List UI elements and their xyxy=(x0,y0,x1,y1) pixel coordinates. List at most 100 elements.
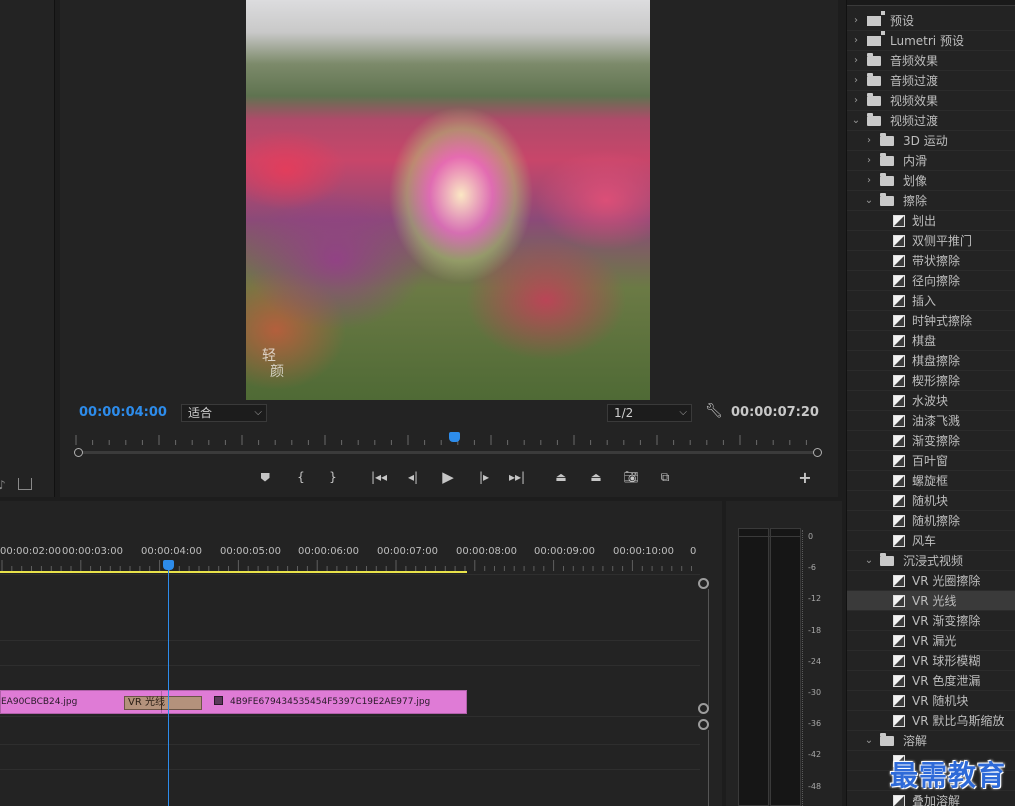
effects-transition-item[interactable]: 双侧平推门 xyxy=(847,231,1015,251)
step-forward-button[interactable]: |▸ xyxy=(472,466,496,488)
export-frame-button[interactable]: 📷︎ xyxy=(619,466,643,488)
add-marker-button[interactable] xyxy=(253,466,277,488)
vscroll-top-handle[interactable] xyxy=(698,578,709,589)
mark-in-button[interactable]: { xyxy=(289,466,313,488)
effects-folder-item[interactable]: › 划像 xyxy=(847,171,1015,191)
effects-transition-item[interactable]: VR 光圈擦除 xyxy=(847,571,1015,591)
effects-folder-item[interactable]: ⌄ 视频过渡 xyxy=(847,111,1015,131)
timeline-ruler-label: 00:00:03:00 xyxy=(62,546,124,557)
effects-transition-item[interactable]: 渐变擦除 xyxy=(847,431,1015,451)
chevron-down-icon[interactable]: ⌄ xyxy=(864,191,874,211)
timeline-time-ruler[interactable] xyxy=(0,558,700,572)
transition-block-vr-light-rays[interactable]: VR 光线 xyxy=(124,696,202,710)
effects-search-bar[interactable] xyxy=(847,0,1015,6)
wrench-icon[interactable]: 🔧︎ xyxy=(705,403,723,419)
timeline-vscroll-track[interactable] xyxy=(708,589,709,709)
chevron-down-icon[interactable]: ⌄ xyxy=(851,111,861,131)
go-to-out-button[interactable]: ▸▸| xyxy=(505,466,529,488)
effects-transition-item[interactable]: VR 色度泄漏 xyxy=(847,671,1015,691)
effects-folder-item[interactable]: ⌄ 溶解 xyxy=(847,731,1015,751)
zoom-scrollbar-left-handle[interactable] xyxy=(74,448,83,457)
transition-icon xyxy=(893,355,905,367)
comparison-view-button[interactable]: ⧉ xyxy=(653,466,677,488)
monitor-playhead[interactable] xyxy=(449,432,460,442)
effects-transition-item[interactable]: 水波块 xyxy=(847,391,1015,411)
effects-transition-item[interactable]: VR 漏光 xyxy=(847,631,1015,651)
effects-transition-item[interactable]: 棋盘擦除 xyxy=(847,351,1015,371)
lift-button[interactable]: ⏏ xyxy=(549,466,573,488)
effects-transition-item[interactable]: 划出 xyxy=(847,211,1015,231)
db-scale-label: -48 xyxy=(808,781,822,791)
effects-transition-item[interactable]: 随机块 xyxy=(847,491,1015,511)
effects-item-label: 楔形擦除 xyxy=(912,374,961,388)
monitor-zoom-scrollbar[interactable] xyxy=(78,451,818,454)
effects-folder-item[interactable]: ⌄ 擦除 xyxy=(847,191,1015,211)
transition-icon xyxy=(893,595,905,607)
transition-icon xyxy=(893,675,905,687)
folder-icon xyxy=(867,53,881,66)
transition-icon xyxy=(893,635,905,647)
chevron-right-icon[interactable]: › xyxy=(864,151,874,171)
effects-folder-item[interactable]: › Lumetri 预设 xyxy=(847,31,1015,51)
mark-out-button[interactable]: } xyxy=(321,466,345,488)
monitor-time-ruler[interactable] xyxy=(72,432,822,446)
effects-item-label: 划出 xyxy=(912,214,937,228)
effects-transition-item[interactable]: 随机擦除 xyxy=(847,511,1015,531)
effects-item-label: VR 光圈擦除 xyxy=(912,574,981,588)
zoom-scrollbar-right-handle[interactable] xyxy=(813,448,822,457)
effects-transition-item[interactable]: 楔形擦除 xyxy=(847,371,1015,391)
effects-folder-item[interactable]: › 3D 运动 xyxy=(847,131,1015,151)
effects-transition-item[interactable]: VR 随机块 xyxy=(847,691,1015,711)
button-editor-button[interactable]: + xyxy=(793,466,817,488)
frame-watermark-char: 轻 xyxy=(262,348,276,364)
effects-transition-item[interactable]: VR 球形模糊 xyxy=(847,651,1015,671)
effects-folder-item[interactable]: › 预设 xyxy=(847,11,1015,31)
play-button[interactable]: ▶ xyxy=(436,466,460,488)
chevron-down-icon[interactable]: ⌄ xyxy=(864,551,874,571)
go-to-in-button[interactable]: |◂◂ xyxy=(367,466,391,488)
chevron-right-icon[interactable]: › xyxy=(851,91,861,111)
effects-transition-item[interactable]: 风车 xyxy=(847,531,1015,551)
chevron-right-icon[interactable]: › xyxy=(851,11,861,31)
effects-folder-item[interactable]: ⌄ 沉浸式视频 xyxy=(847,551,1015,571)
effects-transition-item[interactable]: VR 默比乌斯缩放 xyxy=(847,711,1015,731)
music-note-icon[interactable]: ♪ xyxy=(0,478,6,492)
export-frame-icon[interactable] xyxy=(18,478,32,490)
transition-icon xyxy=(893,415,905,427)
effects-transition-item[interactable]: 插入 xyxy=(847,291,1015,311)
effects-folder-item[interactable]: › 视频效果 xyxy=(847,91,1015,111)
timeline-vscroll-track-lower[interactable] xyxy=(708,730,709,806)
chevron-down-icon[interactable]: ⌄ xyxy=(864,731,874,751)
effects-transition-item[interactable]: 棋盘 xyxy=(847,331,1015,351)
zoom-level-dropdown[interactable]: 适合 ⌵ xyxy=(181,404,267,422)
program-video-frame[interactable] xyxy=(246,0,650,400)
effects-transition-item[interactable]: 时钟式擦除 xyxy=(847,311,1015,331)
frame-watermark-char: 颜 xyxy=(270,364,284,380)
effects-folder-item[interactable]: › 音频效果 xyxy=(847,51,1015,71)
effects-transition-item[interactable]: 螺旋框 xyxy=(847,471,1015,491)
playback-resolution-dropdown[interactable]: 1/2 ⌵ xyxy=(607,404,692,422)
chevron-right-icon[interactable]: › xyxy=(851,51,861,71)
extract-button[interactable]: ⏏ xyxy=(584,466,608,488)
timeline-clip-b[interactable]: 4B9FE679434535454F5397C19E2AE977.jpg xyxy=(161,690,467,714)
db-scale-label: -18 xyxy=(808,625,822,635)
current-timecode[interactable]: 00:00:04:00 xyxy=(79,405,167,420)
effects-transition-item[interactable]: VR 渐变擦除 xyxy=(847,611,1015,631)
transition-icon xyxy=(893,335,905,347)
vscroll-mid-handle[interactable] xyxy=(698,703,709,714)
chevron-right-icon[interactable]: › xyxy=(851,31,861,51)
work-area-bar[interactable] xyxy=(0,571,467,573)
effects-transition-item[interactable]: 径向擦除 xyxy=(847,271,1015,291)
effects-transition-item[interactable]: VR 光线 xyxy=(847,591,1015,611)
chevron-right-icon[interactable]: › xyxy=(864,171,874,191)
step-back-button[interactable]: ◂| xyxy=(401,466,425,488)
chevron-right-icon[interactable]: › xyxy=(864,131,874,151)
effects-transition-item[interactable]: 带状擦除 xyxy=(847,251,1015,271)
chevron-right-icon[interactable]: › xyxy=(851,71,861,91)
effects-folder-item[interactable]: › 内滑 xyxy=(847,151,1015,171)
effects-item-label: 棋盘擦除 xyxy=(912,354,961,368)
effects-transition-item[interactable]: 油漆飞溅 xyxy=(847,411,1015,431)
effects-transition-item[interactable]: 百叶窗 xyxy=(847,451,1015,471)
vscroll-bottom-handle[interactable] xyxy=(698,719,709,730)
effects-folder-item[interactable]: › 音频过渡 xyxy=(847,71,1015,91)
